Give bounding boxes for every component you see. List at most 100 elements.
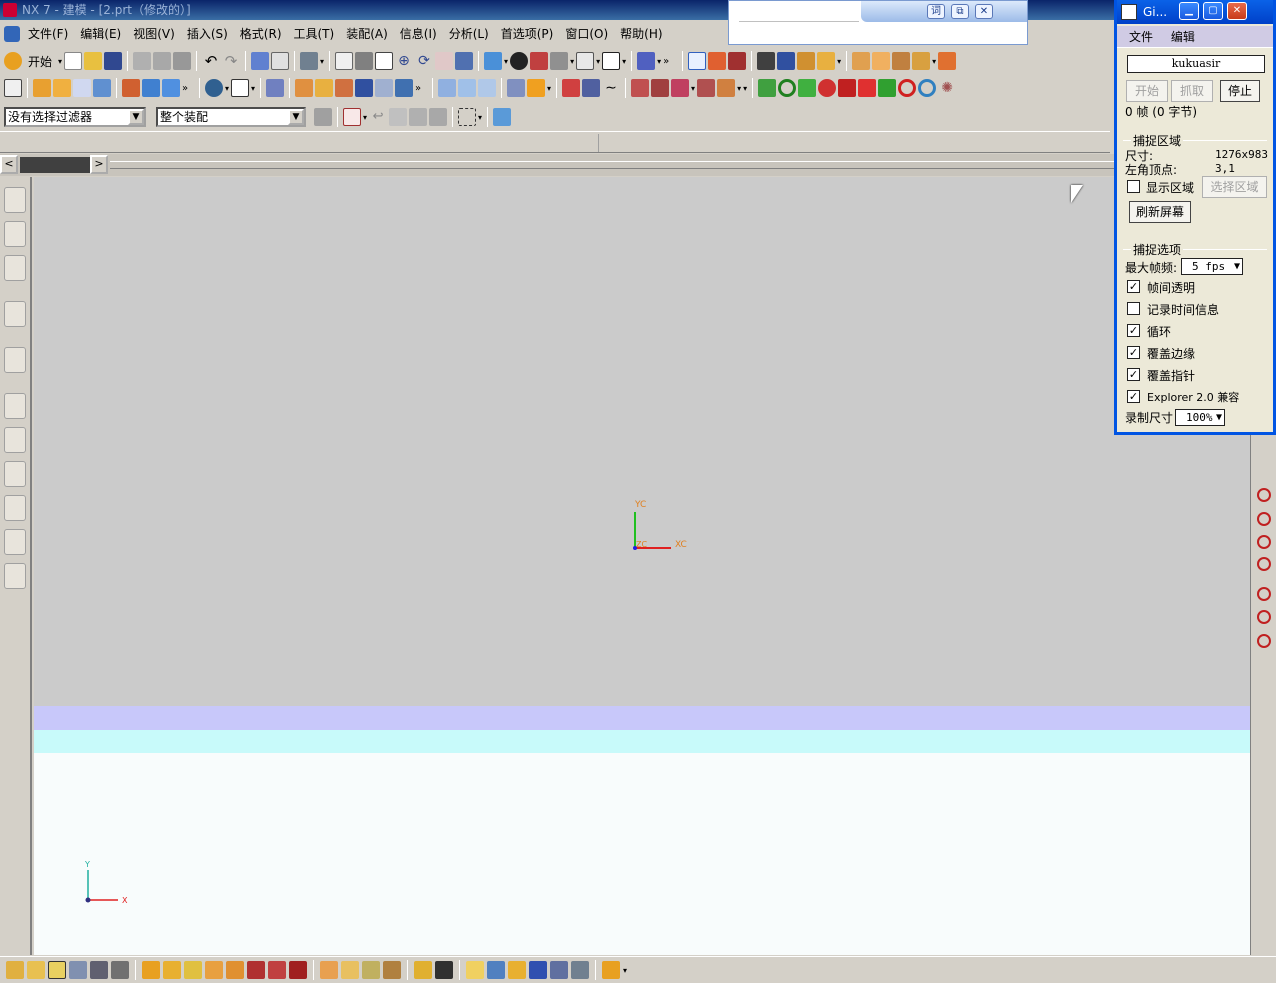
vector-icon[interactable]	[728, 52, 747, 70]
target-icon[interactable]	[247, 961, 265, 979]
break-view-icon[interactable]	[362, 961, 380, 979]
circle-icon[interactable]	[778, 79, 797, 97]
point-dialog-icon[interactable]	[708, 52, 727, 70]
orient-view-dropdown-icon[interactable]: ▾	[596, 57, 600, 66]
record-size-select[interactable]: 100% ▼	[1175, 409, 1225, 426]
gear-icon[interactable]: ✺	[938, 79, 956, 97]
shaded-with-edges-icon[interactable]	[484, 52, 503, 70]
dimension-icon[interactable]	[142, 961, 160, 979]
chamfer-icon[interactable]	[458, 79, 477, 97]
constraint-navigator-icon[interactable]	[4, 221, 26, 247]
detail-view-icon[interactable]	[341, 961, 359, 979]
start-icon[interactable]	[4, 52, 22, 70]
menu-help[interactable]: 帮助(H)	[614, 23, 668, 45]
measure-dropdown-icon[interactable]: ▾	[837, 57, 841, 66]
menu-tools[interactable]: 工具(T)	[288, 23, 341, 45]
menu-preferences[interactable]: 首选项(P)	[495, 23, 560, 45]
clip-icon[interactable]	[757, 52, 776, 70]
menu-insert[interactable]: 插入(S)	[181, 23, 234, 45]
select-body-icon[interactable]	[493, 108, 512, 126]
trim-body-icon[interactable]	[266, 79, 285, 97]
nx-logo-icon[interactable]	[4, 26, 20, 42]
show-hide-icon[interactable]	[300, 52, 319, 70]
toolbar-overflow-icon[interactable]: »	[415, 83, 427, 94]
ring-icon[interactable]	[918, 79, 937, 97]
weld-symbol-icon[interactable]	[289, 961, 307, 979]
centerline-icon[interactable]	[414, 961, 432, 979]
select-by-type-icon[interactable]	[314, 108, 332, 126]
pan-icon[interactable]	[435, 52, 454, 70]
show-hide-dropdown-icon[interactable]: ▾	[320, 57, 324, 66]
curve-dropdown-icon[interactable]: ▾	[691, 84, 695, 93]
measure-distance-icon[interactable]	[777, 52, 796, 70]
section-more-dropdown-icon[interactable]: ▾	[743, 84, 747, 93]
sheet-dropdown-icon[interactable]: ▾	[251, 84, 255, 93]
menu-window[interactable]: 窗口(O)	[559, 23, 614, 45]
torus-green-icon[interactable]	[878, 79, 897, 97]
zoom-in-out-icon[interactable]: ⊕	[395, 52, 413, 70]
export-dropdown-icon[interactable]: ▾	[623, 966, 627, 975]
max-fps-select[interactable]: 5 fps ▼	[1181, 258, 1243, 275]
snap-arc-center-icon[interactable]	[1257, 488, 1271, 502]
drafting-icon[interactable]	[6, 961, 24, 979]
shell-icon[interactable]	[478, 79, 497, 97]
pencil-icon[interactable]	[817, 52, 836, 70]
sheet-icon[interactable]	[231, 79, 250, 97]
select-feature-icon[interactable]	[389, 108, 408, 126]
gif-minimize-button[interactable]: ▁	[1179, 2, 1199, 20]
slot-icon[interactable]	[375, 79, 394, 97]
zoom-window-icon[interactable]	[355, 52, 374, 70]
projected-view-icon[interactable]	[383, 961, 401, 979]
select-edge-icon[interactable]	[429, 108, 448, 126]
point-icon[interactable]	[758, 79, 777, 97]
parts-list-icon[interactable]	[487, 961, 505, 979]
system-materials-icon[interactable]	[4, 461, 26, 487]
intersect-curve-icon[interactable]	[697, 79, 716, 97]
snap-tangent-icon[interactable]	[1257, 512, 1271, 526]
face-analysis-icon[interactable]	[530, 52, 549, 70]
menu-analysis[interactable]: 分析(L)	[443, 23, 495, 45]
graphics-window[interactable]: YC XC ZC Y X	[34, 177, 1250, 955]
undo-icon[interactable]: ↶	[202, 52, 220, 70]
toolbar-overflow-icon[interactable]: »	[663, 56, 677, 67]
menu-format[interactable]: 格式(R)	[234, 23, 288, 45]
boss-icon[interactable]	[315, 79, 334, 97]
gdt-icon[interactable]	[205, 961, 223, 979]
gif-menu-file[interactable]: 文件	[1129, 30, 1153, 44]
assembly-navigator-icon[interactable]	[4, 187, 26, 213]
section-view-icon[interactable]	[320, 961, 338, 979]
record-time-checkbox[interactable]	[1127, 302, 1140, 315]
menu-file[interactable]: 文件(F)	[22, 23, 74, 45]
assembly-dropdown-icon[interactable]: ▾	[932, 57, 936, 66]
select-face-icon[interactable]	[409, 108, 428, 126]
move-component-icon[interactable]	[912, 52, 931, 70]
hole-icon[interactable]	[295, 79, 314, 97]
tabular-note-icon[interactable]	[571, 961, 589, 979]
pad-icon[interactable]	[355, 79, 374, 97]
menu-assembly[interactable]: 装配(A)	[340, 23, 394, 45]
record-size-dropdown-icon[interactable]: ▼	[1216, 410, 1222, 425]
loop-checkbox[interactable]: ✓	[1127, 324, 1140, 337]
datum-dropdown-icon[interactable]: ▾	[225, 84, 229, 93]
perspective-icon[interactable]	[455, 52, 474, 70]
refresh-screen-button[interactable]: 刷新屏幕	[1129, 201, 1191, 223]
gif-grab-button[interactable]: 抓取	[1171, 80, 1213, 102]
surface-finish-icon[interactable]	[268, 961, 286, 979]
snap-end-point-icon[interactable]	[1257, 634, 1271, 648]
cylinder-red-icon[interactable]	[838, 79, 857, 97]
process-studio-icon[interactable]	[4, 495, 26, 521]
new-file-icon[interactable]	[64, 52, 83, 70]
cylinder-icon[interactable]	[162, 79, 180, 97]
hole-table-icon[interactable]	[529, 961, 547, 979]
revolve-icon[interactable]	[53, 79, 71, 97]
wcs-dynamic-icon[interactable]	[637, 52, 656, 70]
rectangle-select-dropdown-icon[interactable]: ▾	[478, 113, 482, 122]
tube-icon[interactable]	[93, 79, 111, 97]
transparent-checkbox[interactable]: ✓	[1127, 280, 1140, 293]
popup-dict-button[interactable]: 词	[927, 4, 945, 19]
project-curve-icon[interactable]	[671, 79, 690, 97]
toolbar-overflow-icon[interactable]: »	[182, 83, 194, 94]
paste-icon[interactable]	[173, 52, 192, 70]
modeling-icon[interactable]	[27, 961, 45, 979]
web-browser-icon[interactable]	[4, 301, 26, 327]
